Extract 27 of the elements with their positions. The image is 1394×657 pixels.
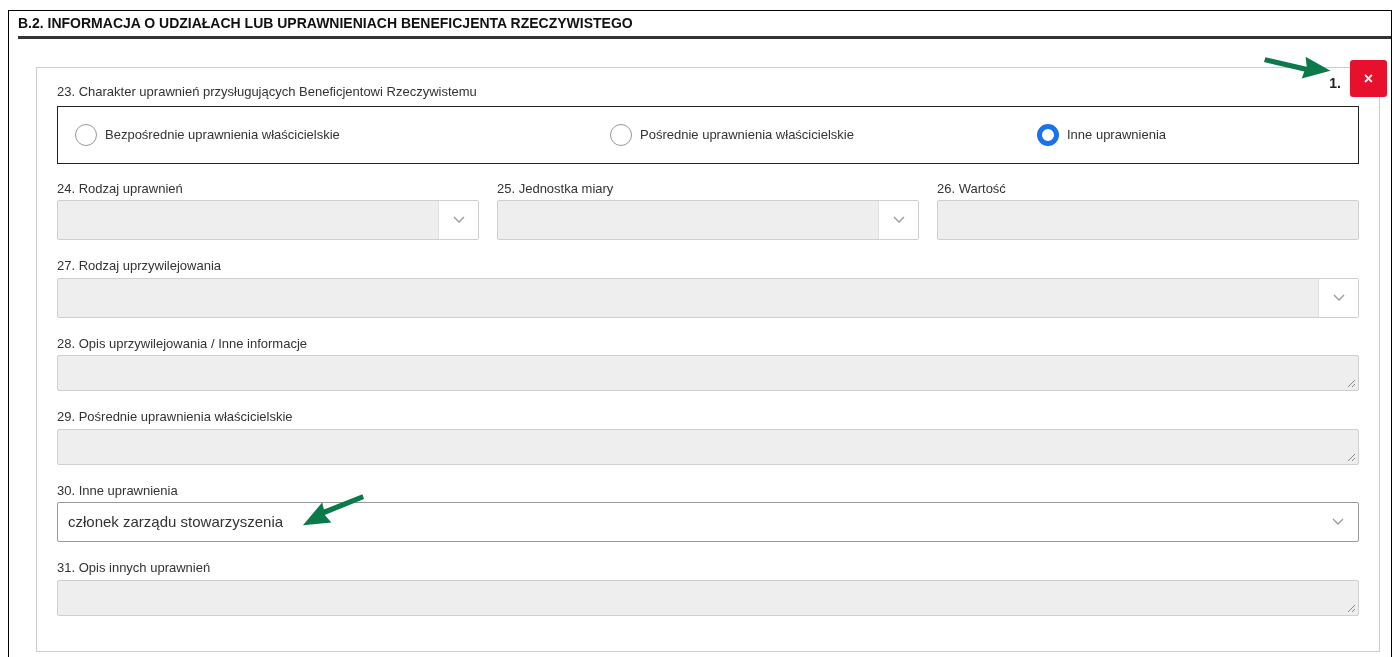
entry-number: 1. — [1329, 73, 1341, 93]
field-value: członek zarządu stowarzyszenia — [67, 511, 285, 532]
remove-button[interactable]: × — [1350, 60, 1387, 97]
dropdown-field[interactable]: członek zarządu stowarzyszenia — [57, 502, 1359, 542]
chevron-down-icon — [1332, 293, 1345, 302]
chevron-down-icon — [452, 216, 465, 224]
resize-grip-icon — [1346, 451, 1356, 462]
radio-button[interactable] — [1037, 123, 1059, 146]
radio-option[interactable]: Inne uprawnienia — [1037, 123, 1237, 146]
radio-button[interactable] — [610, 123, 632, 146]
field-label: 28. Opis uprzywilejowania / Inne informacje — [57, 334, 307, 353]
field-label: 26. Wartość — [937, 179, 1006, 198]
field-label: 29. Pośrednie uprawnienia właścicielskie — [57, 408, 293, 426]
field-label: 27. Rodzaj uprzywilejowania — [57, 257, 222, 275]
field-label: 23. Charakter uprawnień przysługujących Beneficjentowi Rzeczywistemu — [57, 83, 477, 101]
field-label: 24. Rodzaj uprawnień — [57, 179, 183, 198]
field-label: 30. Inne uprawnienia — [57, 481, 178, 500]
resize-grip-icon — [1346, 378, 1356, 388]
resize-grip-icon — [1346, 602, 1356, 613]
chevron-down-icon — [892, 216, 905, 224]
radio-button[interactable] — [75, 123, 97, 146]
chevron-down-icon — [1332, 518, 1344, 526]
radio-option[interactable]: Pośrednie uprawnienia właścicielskie — [610, 123, 1037, 146]
field-label: 31. Opis innych uprawnień — [57, 559, 211, 577]
field-label: 25. Jednostka miary — [497, 179, 614, 198]
section-title: B.2. INFORMACJA O UDZIAŁACH LUB UPRAWNIENIACH BENEFICJENTA RZECZYWISTEGO — [18, 14, 634, 33]
radio-option[interactable]: Bezpośrednie uprawnienia właścicielskie — [75, 123, 610, 146]
